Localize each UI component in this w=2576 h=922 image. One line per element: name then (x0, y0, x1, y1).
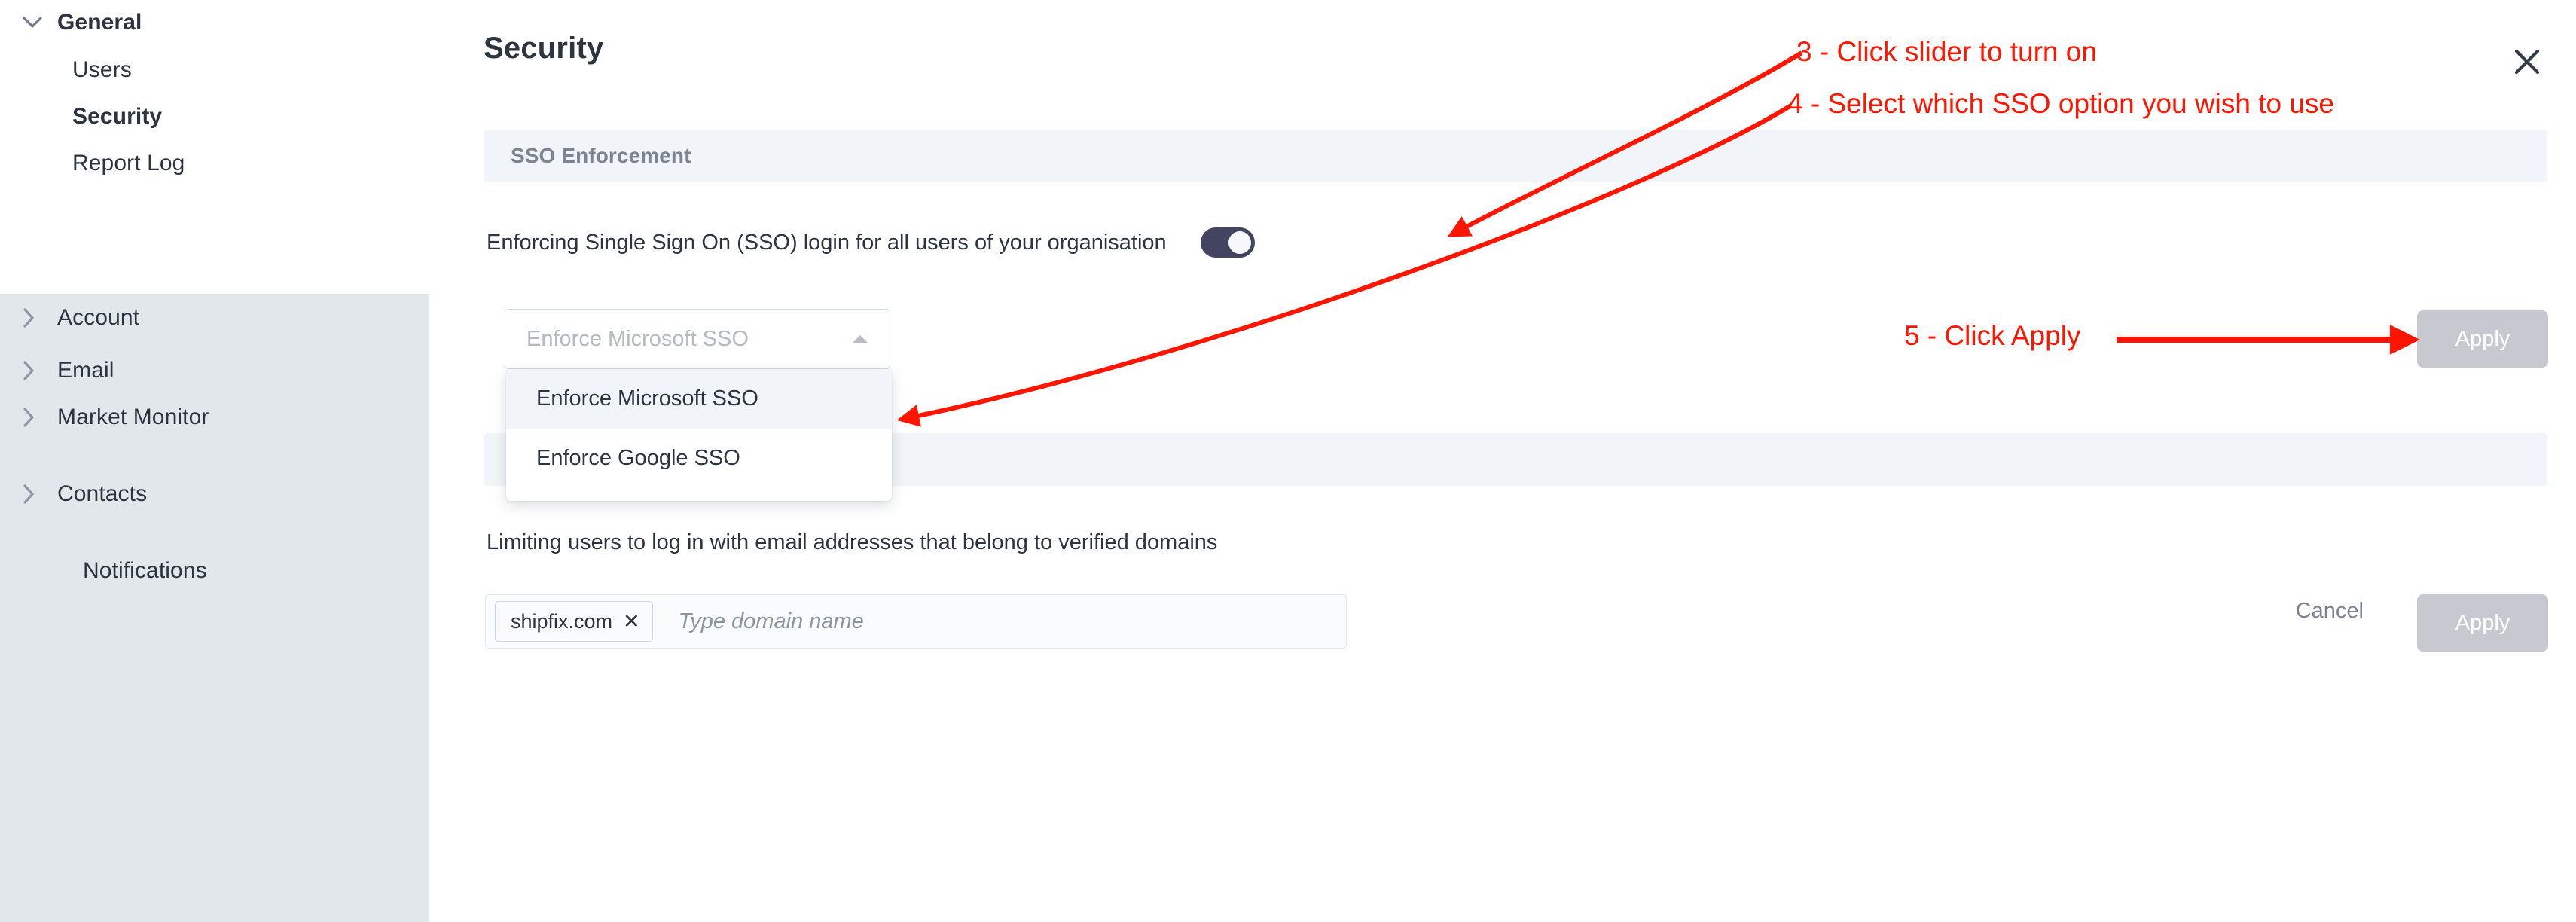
sidebar-item-label: Security (72, 104, 163, 129)
chevron-down-icon (23, 17, 57, 29)
sidebar-item-label: Contacts (57, 481, 148, 506)
section-title: SSO Enforcement (511, 144, 691, 167)
sso-toggle-row: Enforcing Single Sign On (SSO) login for… (487, 227, 1255, 258)
sidebar-item-label: Notifications (83, 558, 207, 583)
cancel-domains-button[interactable]: Cancel (2296, 599, 2364, 624)
chevron-right-icon (23, 484, 57, 504)
sidebar-item-label: General (57, 10, 142, 35)
settings-sidebar: General Users Security Report Log Accoun… (0, 0, 429, 922)
sidebar-item-account[interactable]: Account (0, 295, 429, 340)
sso-enforcement-section-header: SSO Enforcement (484, 130, 2547, 182)
chevron-right-icon (23, 361, 57, 380)
sso-option-microsoft[interactable]: Enforce Microsoft SSO (506, 369, 892, 429)
sidebar-item-label: Users (72, 57, 132, 82)
domain-input-container[interactable]: shipfix.com ✕ (485, 594, 1347, 649)
chevron-right-icon (23, 408, 57, 427)
sidebar-item-contacts[interactable]: Contacts (0, 472, 429, 517)
apply-sso-button[interactable]: Apply (2417, 310, 2548, 368)
sso-provider-select-value: Enforce Microsoft SSO (526, 326, 749, 351)
close-icon[interactable]: ✕ (623, 611, 640, 632)
sidebar-item-general[interactable]: General (0, 0, 429, 45)
sidebar-item-notifications[interactable]: Notifications (0, 548, 429, 594)
domain-chip-label: shipfix.com (511, 609, 613, 633)
sidebar-item-report-log[interactable]: Report Log (0, 141, 429, 186)
page-title: Security (484, 32, 604, 65)
sidebar-item-label: Market Monitor (57, 405, 209, 429)
sidebar-item-email[interactable]: Email (0, 348, 429, 393)
sso-option-google[interactable]: Enforce Google SSO (506, 429, 892, 488)
sso-enforcement-toggle[interactable] (1200, 227, 1255, 258)
main-content: Security SSO Enforcement Enforcing Singl… (429, 0, 2576, 922)
sidebar-item-label: Account (57, 305, 140, 330)
domain-chip: shipfix.com ✕ (495, 601, 653, 642)
sso-provider-dropdown[interactable]: Enforce Microsoft SSO Enforce Google SSO (506, 369, 892, 501)
sidebar-item-security[interactable]: Security (0, 94, 429, 139)
sidebar-item-users[interactable]: Users (0, 47, 429, 93)
verified-domains-description: Limiting users to log in with email addr… (487, 530, 1218, 554)
app-root: General Users Security Report Log Accoun… (0, 0, 2576, 922)
domain-name-input[interactable] (676, 608, 1346, 635)
sidebar-item-label: Report Log (72, 151, 185, 176)
apply-domains-button[interactable]: Apply (2417, 594, 2548, 652)
sso-toggle-label: Enforcing Single Sign On (SSO) login for… (487, 230, 1167, 255)
close-icon[interactable] (2506, 41, 2548, 83)
chevron-right-icon (23, 308, 57, 328)
chevron-up-icon (850, 333, 870, 345)
sso-provider-select[interactable]: Enforce Microsoft SSO (505, 309, 890, 369)
sidebar-item-label: Email (57, 358, 114, 383)
sidebar-item-market-monitor[interactable]: Market Monitor (0, 395, 429, 440)
